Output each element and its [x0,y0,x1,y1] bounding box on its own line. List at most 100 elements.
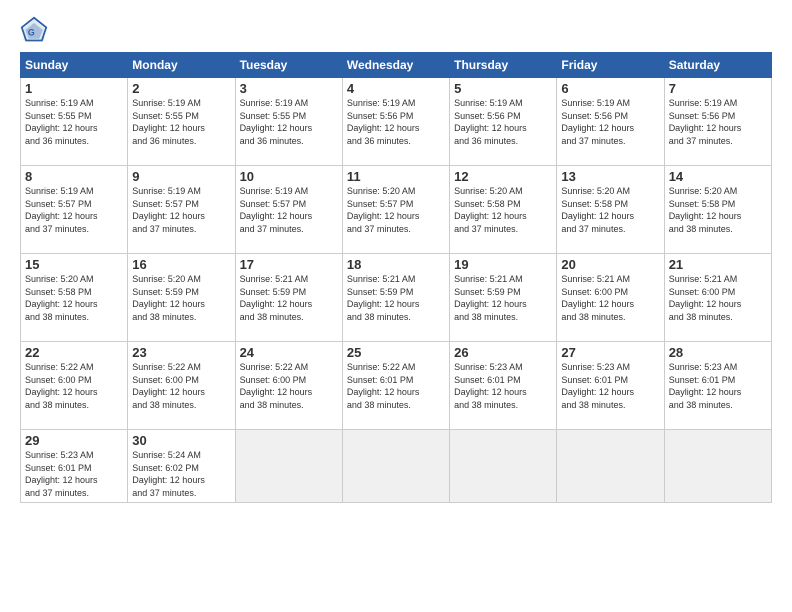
header: G [20,16,772,44]
day-number: 28 [669,345,767,360]
day-number: 5 [454,81,552,96]
day-info: Sunrise: 5:23 AM Sunset: 6:01 PM Dayligh… [454,361,552,411]
day-info: Sunrise: 5:19 AM Sunset: 5:57 PM Dayligh… [25,185,123,235]
calendar-cell: 13Sunrise: 5:20 AM Sunset: 5:58 PM Dayli… [557,166,664,254]
day-info: Sunrise: 5:22 AM Sunset: 6:00 PM Dayligh… [132,361,230,411]
calendar-header-saturday: Saturday [664,53,771,78]
day-number: 17 [240,257,338,272]
calendar-cell [235,430,342,503]
day-number: 12 [454,169,552,184]
calendar-cell: 12Sunrise: 5:20 AM Sunset: 5:58 PM Dayli… [450,166,557,254]
logo-icon: G [20,16,48,44]
svg-text:G: G [28,27,35,37]
day-number: 2 [132,81,230,96]
calendar-cell: 18Sunrise: 5:21 AM Sunset: 5:59 PM Dayli… [342,254,449,342]
day-info: Sunrise: 5:20 AM Sunset: 5:58 PM Dayligh… [561,185,659,235]
calendar-header-thursday: Thursday [450,53,557,78]
day-number: 21 [669,257,767,272]
day-number: 15 [25,257,123,272]
day-number: 18 [347,257,445,272]
calendar-week-4: 22Sunrise: 5:22 AM Sunset: 6:00 PM Dayli… [21,342,772,430]
day-number: 29 [25,433,123,448]
day-info: Sunrise: 5:19 AM Sunset: 5:56 PM Dayligh… [347,97,445,147]
day-info: Sunrise: 5:23 AM Sunset: 6:01 PM Dayligh… [25,449,123,499]
day-number: 9 [132,169,230,184]
calendar-header-friday: Friday [557,53,664,78]
day-info: Sunrise: 5:21 AM Sunset: 6:00 PM Dayligh… [561,273,659,323]
day-info: Sunrise: 5:23 AM Sunset: 6:01 PM Dayligh… [669,361,767,411]
calendar-cell: 1Sunrise: 5:19 AM Sunset: 5:55 PM Daylig… [21,78,128,166]
day-info: Sunrise: 5:19 AM Sunset: 5:57 PM Dayligh… [240,185,338,235]
calendar-cell: 29Sunrise: 5:23 AM Sunset: 6:01 PM Dayli… [21,430,128,503]
calendar-cell: 16Sunrise: 5:20 AM Sunset: 5:59 PM Dayli… [128,254,235,342]
calendar-cell: 24Sunrise: 5:22 AM Sunset: 6:00 PM Dayli… [235,342,342,430]
calendar-week-3: 15Sunrise: 5:20 AM Sunset: 5:58 PM Dayli… [21,254,772,342]
day-info: Sunrise: 5:24 AM Sunset: 6:02 PM Dayligh… [132,449,230,499]
header-row: SundayMondayTuesdayWednesdayThursdayFrid… [21,53,772,78]
calendar-cell: 11Sunrise: 5:20 AM Sunset: 5:57 PM Dayli… [342,166,449,254]
day-number: 14 [669,169,767,184]
day-info: Sunrise: 5:21 AM Sunset: 5:59 PM Dayligh… [454,273,552,323]
calendar-cell [557,430,664,503]
calendar-cell: 19Sunrise: 5:21 AM Sunset: 5:59 PM Dayli… [450,254,557,342]
calendar-week-5: 29Sunrise: 5:23 AM Sunset: 6:01 PM Dayli… [21,430,772,503]
calendar-header-wednesday: Wednesday [342,53,449,78]
day-info: Sunrise: 5:20 AM Sunset: 5:58 PM Dayligh… [25,273,123,323]
day-number: 8 [25,169,123,184]
page: G SundayMondayTuesdayWednesdayThursdayFr… [0,0,792,612]
calendar-cell: 8Sunrise: 5:19 AM Sunset: 5:57 PM Daylig… [21,166,128,254]
calendar-cell: 22Sunrise: 5:22 AM Sunset: 6:00 PM Dayli… [21,342,128,430]
calendar-cell: 28Sunrise: 5:23 AM Sunset: 6:01 PM Dayli… [664,342,771,430]
day-info: Sunrise: 5:19 AM Sunset: 5:55 PM Dayligh… [240,97,338,147]
day-info: Sunrise: 5:22 AM Sunset: 6:00 PM Dayligh… [240,361,338,411]
day-number: 13 [561,169,659,184]
day-number: 6 [561,81,659,96]
day-number: 7 [669,81,767,96]
calendar-cell: 20Sunrise: 5:21 AM Sunset: 6:00 PM Dayli… [557,254,664,342]
day-number: 1 [25,81,123,96]
calendar-cell: 10Sunrise: 5:19 AM Sunset: 5:57 PM Dayli… [235,166,342,254]
calendar-cell [664,430,771,503]
calendar-cell: 2Sunrise: 5:19 AM Sunset: 5:55 PM Daylig… [128,78,235,166]
calendar-header-sunday: Sunday [21,53,128,78]
day-number: 22 [25,345,123,360]
calendar-cell: 30Sunrise: 5:24 AM Sunset: 6:02 PM Dayli… [128,430,235,503]
day-number: 26 [454,345,552,360]
day-info: Sunrise: 5:22 AM Sunset: 6:00 PM Dayligh… [25,361,123,411]
day-info: Sunrise: 5:23 AM Sunset: 6:01 PM Dayligh… [561,361,659,411]
calendar-cell: 4Sunrise: 5:19 AM Sunset: 5:56 PM Daylig… [342,78,449,166]
day-number: 23 [132,345,230,360]
calendar-cell [450,430,557,503]
calendar-cell: 14Sunrise: 5:20 AM Sunset: 5:58 PM Dayli… [664,166,771,254]
day-info: Sunrise: 5:21 AM Sunset: 5:59 PM Dayligh… [347,273,445,323]
calendar-cell: 17Sunrise: 5:21 AM Sunset: 5:59 PM Dayli… [235,254,342,342]
day-number: 11 [347,169,445,184]
day-number: 24 [240,345,338,360]
calendar-week-2: 8Sunrise: 5:19 AM Sunset: 5:57 PM Daylig… [21,166,772,254]
day-number: 30 [132,433,230,448]
calendar-cell: 6Sunrise: 5:19 AM Sunset: 5:56 PM Daylig… [557,78,664,166]
calendar-cell [342,430,449,503]
day-number: 27 [561,345,659,360]
day-info: Sunrise: 5:19 AM Sunset: 5:55 PM Dayligh… [25,97,123,147]
calendar-cell: 26Sunrise: 5:23 AM Sunset: 6:01 PM Dayli… [450,342,557,430]
day-info: Sunrise: 5:22 AM Sunset: 6:01 PM Dayligh… [347,361,445,411]
calendar-cell: 23Sunrise: 5:22 AM Sunset: 6:00 PM Dayli… [128,342,235,430]
calendar-cell: 3Sunrise: 5:19 AM Sunset: 5:55 PM Daylig… [235,78,342,166]
calendar-cell: 5Sunrise: 5:19 AM Sunset: 5:56 PM Daylig… [450,78,557,166]
day-info: Sunrise: 5:19 AM Sunset: 5:56 PM Dayligh… [454,97,552,147]
day-number: 19 [454,257,552,272]
day-info: Sunrise: 5:19 AM Sunset: 5:56 PM Dayligh… [669,97,767,147]
calendar-week-1: 1Sunrise: 5:19 AM Sunset: 5:55 PM Daylig… [21,78,772,166]
calendar-cell: 27Sunrise: 5:23 AM Sunset: 6:01 PM Dayli… [557,342,664,430]
calendar-cell: 7Sunrise: 5:19 AM Sunset: 5:56 PM Daylig… [664,78,771,166]
day-info: Sunrise: 5:19 AM Sunset: 5:56 PM Dayligh… [561,97,659,147]
day-number: 25 [347,345,445,360]
calendar-cell: 9Sunrise: 5:19 AM Sunset: 5:57 PM Daylig… [128,166,235,254]
day-info: Sunrise: 5:20 AM Sunset: 5:59 PM Dayligh… [132,273,230,323]
day-info: Sunrise: 5:20 AM Sunset: 5:57 PM Dayligh… [347,185,445,235]
calendar-cell: 15Sunrise: 5:20 AM Sunset: 5:58 PM Dayli… [21,254,128,342]
day-number: 10 [240,169,338,184]
calendar-table: SundayMondayTuesdayWednesdayThursdayFrid… [20,52,772,503]
day-info: Sunrise: 5:19 AM Sunset: 5:55 PM Dayligh… [132,97,230,147]
